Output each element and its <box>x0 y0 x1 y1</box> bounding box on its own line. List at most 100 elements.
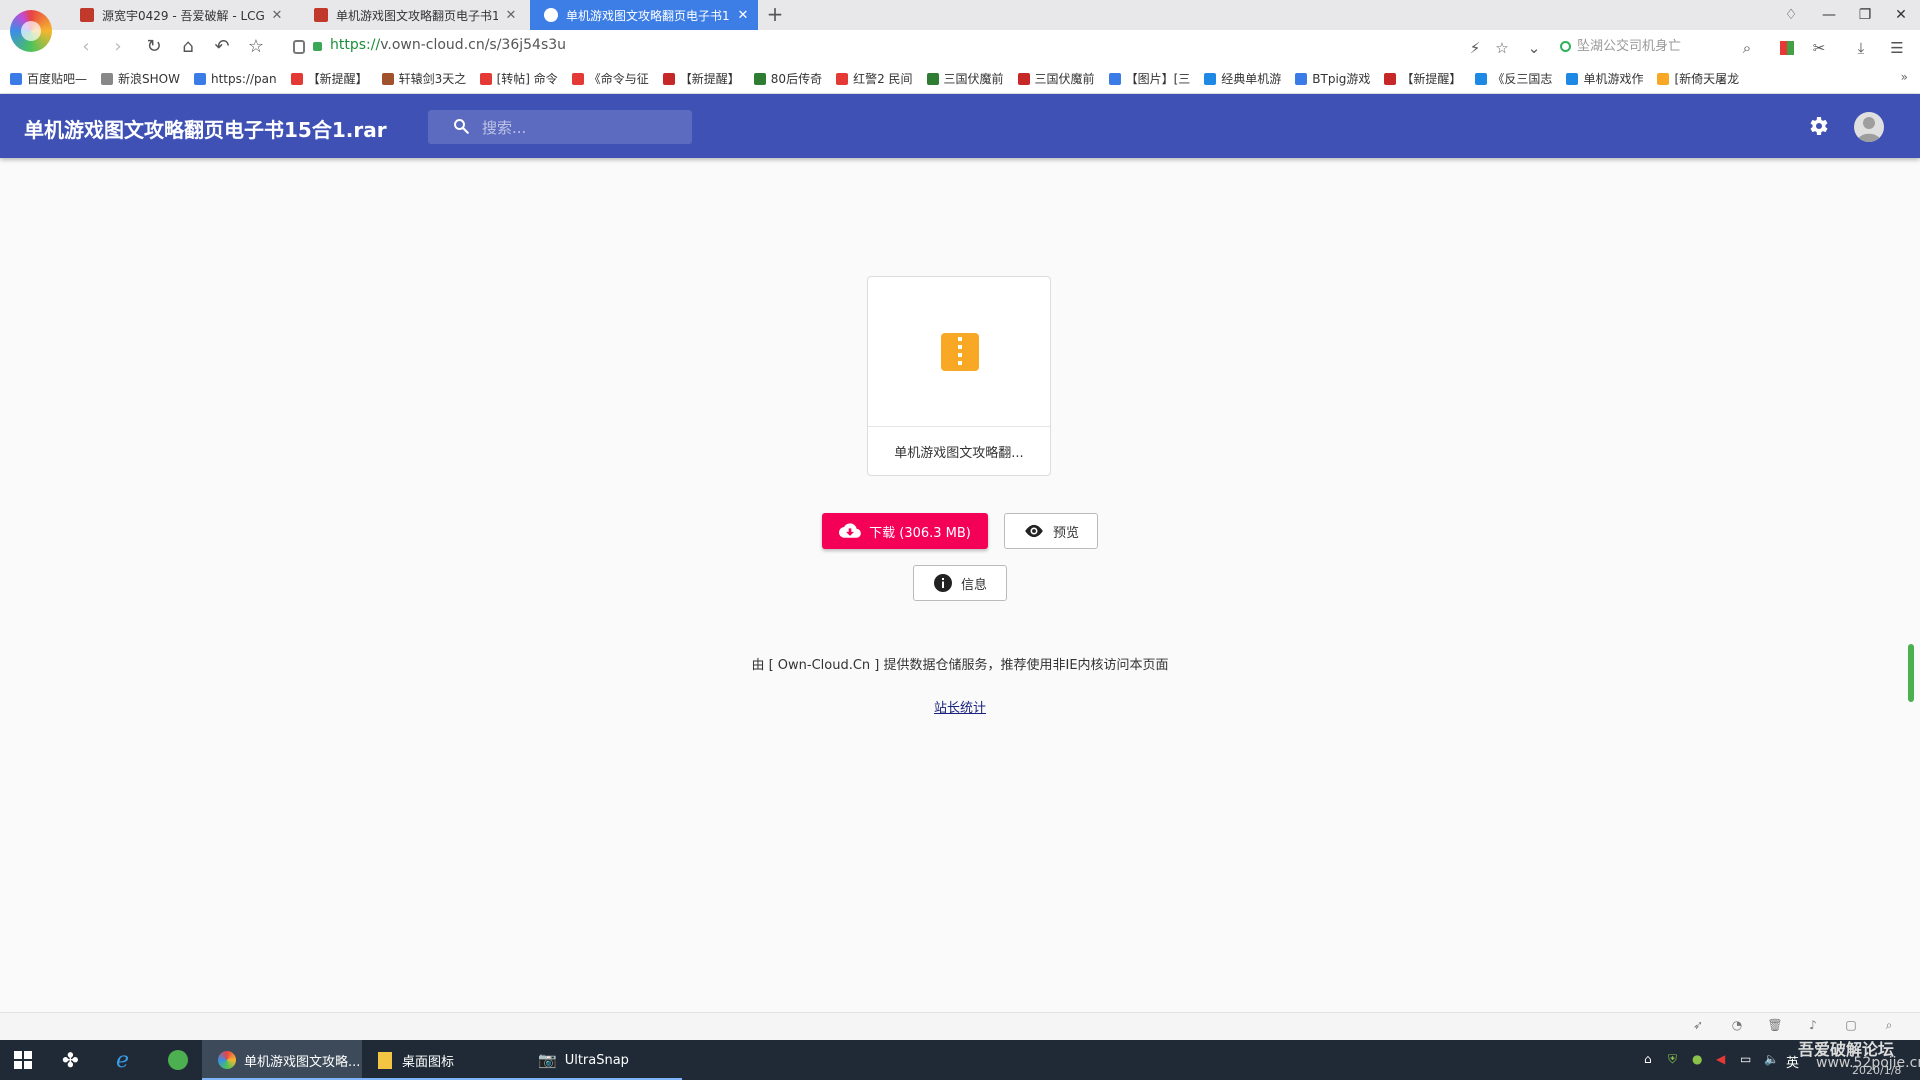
trash-icon[interactable]: 🗑 <box>1765 1018 1785 1034</box>
bookmark-item[interactable]: 百度贴吧— <box>10 70 87 87</box>
bookmark-favicon-icon <box>290 72 303 85</box>
windows-start-icon[interactable] <box>14 1040 32 1080</box>
back-icon[interactable]: ‹ <box>72 34 100 60</box>
info-icon <box>933 574 952 592</box>
bookmark-label: 【图片】[三 <box>1125 72 1191 86</box>
search-box[interactable]: 坠湖公交司机身亡 <box>1560 34 1760 60</box>
tray-app-icon[interactable]: ● <box>1692 1052 1702 1066</box>
tray-monitor-icon[interactable]: ▭ <box>1740 1052 1751 1066</box>
bookmark-item[interactable]: 80后传奇 <box>753 70 822 87</box>
tray-network-icon[interactable]: ⌂ <box>1644 1052 1652 1066</box>
bookmark-item[interactable]: 经典单机游 <box>1204 70 1281 87</box>
bookmark-item[interactable]: 【新提醒】 <box>290 70 368 87</box>
footer-text: 由 [ Own-Cloud.Cn ] 提供数据仓储服务，推荐使用非IE内核访问本… <box>751 658 1169 673</box>
taskbar-item-desktop[interactable]: 桌面图标 <box>362 1040 522 1080</box>
bookmark-item[interactable]: 【新提醒】 <box>1384 70 1461 87</box>
info-button[interactable]: 信息 <box>913 565 1007 601</box>
bookmark-label: 【新提醒】 <box>1401 72 1462 86</box>
forward-icon[interactable]: › <box>104 34 132 60</box>
ie-browser-icon[interactable]: ℯ <box>116 1040 129 1080</box>
bookmark-item[interactable]: [转帖] 命令 <box>479 70 558 87</box>
avatar[interactable] <box>1854 112 1884 142</box>
download-icon[interactable]: ⤓ <box>1849 36 1873 60</box>
archive-file-icon <box>941 333 979 371</box>
bookmark-favicon-icon <box>1384 72 1397 85</box>
bookmark-favicon-icon <box>753 72 766 85</box>
bookmark-item[interactable]: 红警2 民间 <box>836 70 913 87</box>
download-button[interactable]: 下载 (306.3 MB) <box>822 513 988 549</box>
bookmark-item[interactable]: 《反三国志 <box>1475 70 1552 87</box>
tab-close-icon[interactable]: ✕ <box>270 8 284 23</box>
bookmark-label: 新浪SHOW <box>118 72 180 86</box>
bookmark-favicon-icon <box>1204 72 1217 85</box>
bookmark-item[interactable]: https://pan <box>193 72 277 86</box>
url-text[interactable]: https://v.own-cloud.cn/s/36j54s3u <box>330 37 566 53</box>
tray-shield-icon[interactable]: ⛨ <box>1668 1052 1677 1067</box>
bookmark-favicon-icon <box>571 72 584 85</box>
bookmark-label: 三国伏魔前 <box>943 72 1004 86</box>
bookmark-item[interactable]: 单机游戏作 <box>1566 70 1643 87</box>
bookmark-item[interactable]: 《命令与征 <box>571 70 649 87</box>
tab-1[interactable]: 源宽宇0429 - 吾爱破解 - LCG ✕ <box>66 0 292 30</box>
bookmark-item[interactable]: 【新提醒】 <box>662 70 740 87</box>
pinwheel-app-icon[interactable]: ✤ <box>62 1040 79 1080</box>
folder-icon <box>378 1051 392 1069</box>
minimize-icon[interactable]: — <box>1810 0 1848 30</box>
tab-close-icon[interactable]: ✕ <box>736 8 750 23</box>
page-title: 单机游戏图文攻略翻页电子书15合1.rar <box>24 118 387 142</box>
bookmark-item[interactable]: 轩辕剑3天之 <box>381 70 466 87</box>
preview-button[interactable]: 预览 <box>1004 513 1098 549</box>
bookmark-star-icon[interactable]: ☆ <box>1490 36 1514 60</box>
sound-icon[interactable]: ♪ <box>1803 1018 1823 1034</box>
bookmark-item[interactable]: BTpig游戏 <box>1295 70 1370 87</box>
tray-volume-icon[interactable]: 🔈 <box>1764 1052 1779 1066</box>
restore-icon[interactable]: ❐ <box>1846 0 1884 30</box>
tab-2[interactable]: 单机游戏图文攻略翻页电子书1: ✕ <box>300 0 526 30</box>
zoom-icon[interactable]: ⌕ <box>1879 1018 1899 1034</box>
bookmark-favicon-icon <box>1295 72 1308 85</box>
bookmark-item[interactable]: [新倚天屠龙 <box>1657 70 1739 87</box>
scrollbar-thumb[interactable] <box>1908 644 1914 702</box>
green-app-icon[interactable] <box>168 1040 188 1080</box>
bookmark-favicon-icon <box>381 72 394 85</box>
speed-icon[interactable]: ◔ <box>1727 1018 1747 1034</box>
home-icon[interactable]: ⌂ <box>174 34 202 60</box>
bookmark-item[interactable]: 【图片】[三 <box>1108 70 1191 87</box>
bookmark-item[interactable]: 新浪SHOW <box>101 70 180 87</box>
window-icon[interactable]: ▢ <box>1841 1018 1861 1034</box>
bookmark-item[interactable]: 三国伏魔前 <box>1017 70 1095 87</box>
search-icon[interactable]: ⌕ <box>1735 36 1759 60</box>
bookmark-item[interactable]: 三国伏魔前 <box>926 70 1004 87</box>
shield-icon <box>293 40 305 54</box>
close-window-icon[interactable]: ✕ <box>1882 0 1920 30</box>
skin-icon[interactable]: ♢ <box>1772 0 1810 30</box>
bookmark-label: 三国伏魔前 <box>1034 72 1095 86</box>
search-input[interactable] <box>480 110 684 146</box>
browser-logo-icon[interactable] <box>10 10 52 52</box>
dropdown-chevron-icon[interactable]: ⌄ <box>1522 36 1546 60</box>
bookmark-label: 经典单机游 <box>1221 72 1282 86</box>
search-box-text: 坠湖公交司机身亡 <box>1577 39 1682 54</box>
apps-icon[interactable] <box>1775 36 1799 60</box>
download-label: 下载 (306.3 MB) <box>869 525 971 541</box>
reload-icon[interactable]: ↻ <box>140 34 168 60</box>
tab-3-active[interactable]: 单机游戏图文攻略翻页电子书1: ✕ <box>530 0 758 30</box>
bookmark-favicon-icon <box>101 72 114 85</box>
gear-icon[interactable] <box>1806 114 1830 138</box>
bookmarks-more-icon[interactable]: » <box>1901 70 1908 84</box>
rocket-icon[interactable]: ➶ <box>1688 1018 1708 1034</box>
taskbar-item-label: UltraSnap <box>564 1052 629 1068</box>
new-tab-button[interactable]: + <box>762 0 788 30</box>
user-avatar-icon <box>1857 117 1881 142</box>
favorite-star-icon[interactable]: ☆ <box>242 34 270 60</box>
undo-close-icon[interactable]: ↶ <box>208 34 236 60</box>
stats-link[interactable]: 站长统计 <box>900 697 1020 716</box>
lightning-icon[interactable]: ⚡ <box>1463 36 1487 60</box>
taskbar-item-browser[interactable]: 单机游戏图文攻略... <box>202 1040 362 1080</box>
taskbar-item-ultrasnap[interactable]: 📷 UltraSnap <box>522 1040 682 1080</box>
menu-icon[interactable]: ☰ <box>1885 36 1909 60</box>
scissors-icon[interactable]: ✂ <box>1807 36 1831 60</box>
taskbar-item-label: 单机游戏图文攻略... <box>244 1054 361 1070</box>
tab-close-icon[interactable]: ✕ <box>504 8 518 23</box>
tray-flag-icon[interactable]: ◀ <box>1716 1052 1725 1066</box>
